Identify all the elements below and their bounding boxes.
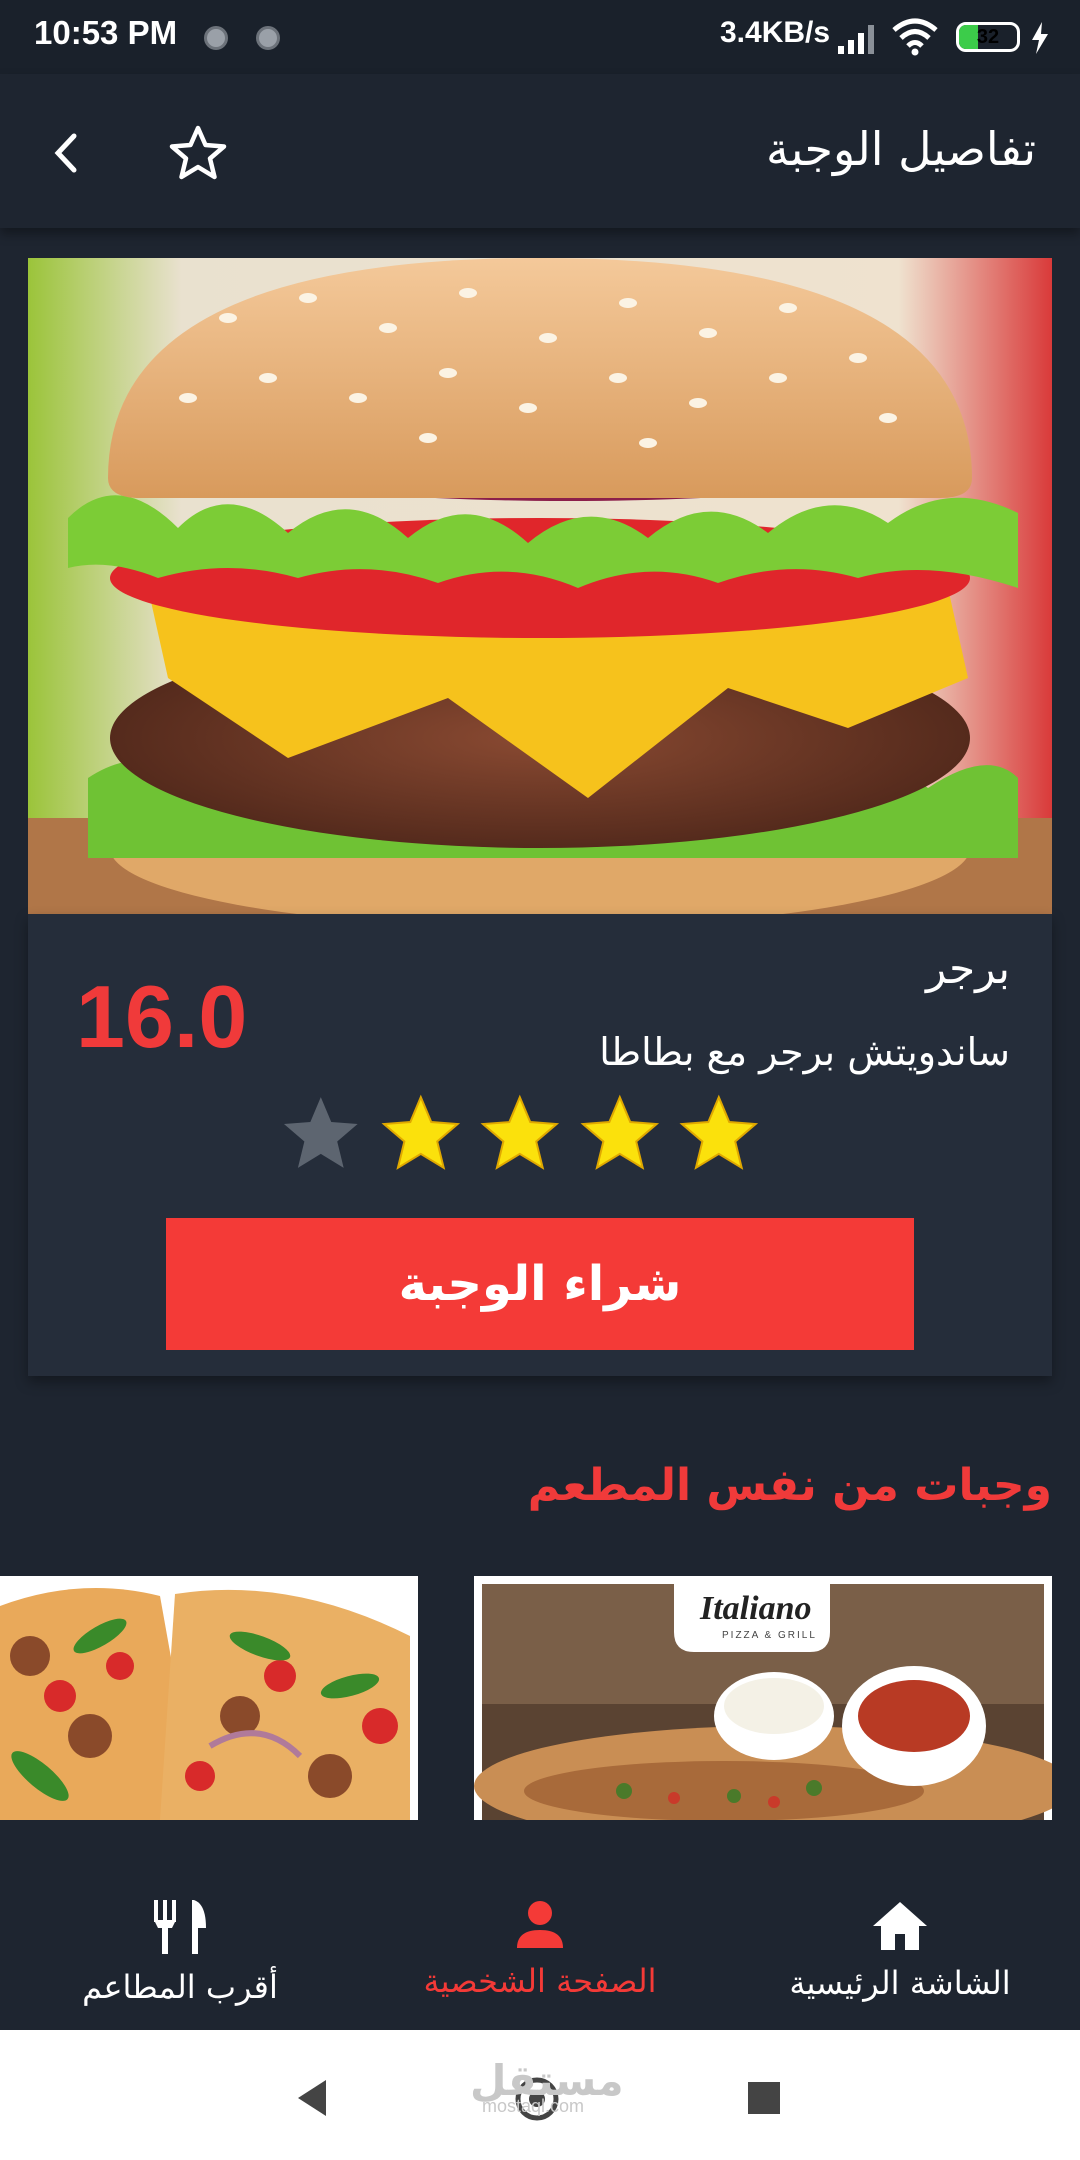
signal-icon	[838, 25, 874, 54]
star-filled-icon[interactable]	[579, 1092, 661, 1174]
related-meal-card[interactable]: Italiano PIZZA & GRILL	[474, 1576, 1052, 1820]
star-filled-icon[interactable]	[479, 1092, 561, 1174]
page-title: تفاصيل الوجبة	[765, 122, 1036, 176]
system-recents-icon[interactable]	[746, 2080, 782, 2116]
restaurant-icon	[154, 1900, 206, 1954]
meal-name: برجر	[926, 944, 1010, 993]
notification-dot-icon	[204, 26, 228, 50]
nav-item-profile[interactable]: الصفحة الشخصية	[390, 1900, 690, 2000]
star-outline-icon[interactable]	[168, 124, 228, 182]
star-empty-icon[interactable]	[280, 1092, 362, 1174]
battery-level: 32	[976, 26, 1000, 48]
restaurant-logo-sub: PIZZA & GRILL	[722, 1630, 817, 1641]
notification-dot-icon	[256, 26, 280, 50]
watermark-sub: mostaql.com	[482, 2096, 585, 2116]
nav-item-home[interactable]: الشاشة الرئيسية	[750, 1900, 1050, 2002]
wifi-icon	[892, 18, 938, 56]
chevron-left-icon[interactable]	[48, 130, 84, 176]
person-icon	[517, 1901, 563, 1948]
related-meal-image	[0, 1584, 410, 1820]
rating-stars[interactable]	[280, 1092, 760, 1172]
meal-description: ساندويتش برجر مع بطاطا	[599, 1030, 1010, 1074]
nav-label-profile: الصفحة الشخصية	[423, 1962, 657, 2000]
meal-image	[28, 258, 1052, 914]
nav-label-home: الشاشة الرئيسية	[789, 1964, 1011, 2002]
nav-item-restaurants[interactable]: أقرب المطاعم	[30, 1898, 330, 2006]
nav-label-restaurants: أقرب المطاعم	[82, 1968, 278, 2006]
system-back-icon[interactable]	[296, 2078, 330, 2118]
charging-icon	[1032, 22, 1048, 54]
buy-meal-button[interactable]: شراء الوجبة	[166, 1218, 914, 1350]
meal-price: 16.0	[76, 967, 248, 1066]
network-speed: 3.4KB/s	[720, 16, 831, 49]
section-title: وجبات من نفس المطعم	[527, 1460, 1052, 1511]
home-icon	[873, 1902, 927, 1950]
related-meal-card[interactable]	[0, 1576, 418, 1820]
restaurant-logo: Italiano	[700, 1590, 812, 1627]
star-filled-icon[interactable]	[380, 1092, 462, 1174]
battery-icon: 32	[956, 22, 1020, 52]
status-time: 10:53 PM	[34, 14, 178, 51]
star-filled-icon[interactable]	[678, 1092, 760, 1174]
